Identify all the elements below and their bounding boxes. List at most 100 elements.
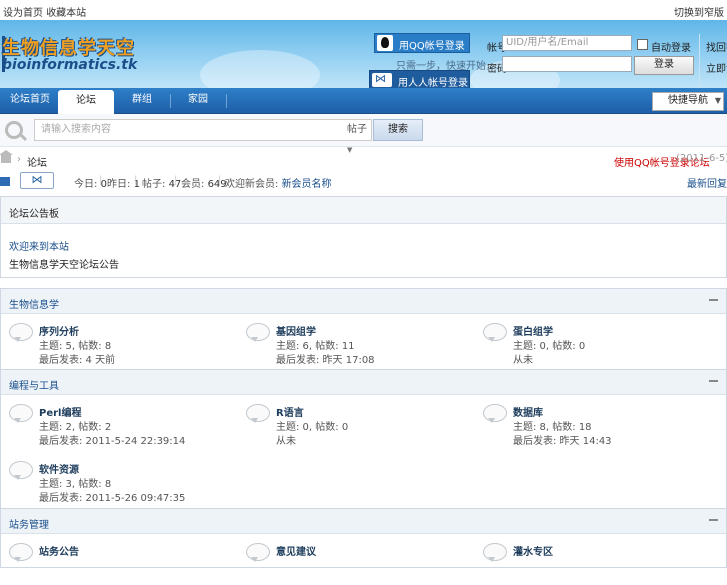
auto-login-checkbox[interactable] [637, 39, 648, 50]
forum-group: 站务管理 站务公告 意见建议 灌水专区 [0, 508, 727, 568]
forum-bubble-icon [246, 404, 270, 423]
breadcrumb-chevron-icon: › [17, 154, 21, 165]
forum-bubble-icon [483, 543, 507, 562]
tab-forum[interactable]: 论坛 [58, 90, 114, 114]
forum-group-title[interactable]: 站务管理 [9, 516, 49, 531]
quick-nav-dropdown[interactable]: 快捷导航 ▼ [652, 92, 724, 111]
announcement-item-link[interactable]: 欢迎来到本站 [9, 238, 69, 253]
latest-replies-link[interactable]: 最新回复 [687, 175, 727, 190]
forum-counts: 主题: 0, 帖数: 0 [513, 341, 586, 352]
forum-name[interactable]: 序列分析 [39, 323, 79, 338]
renren-icon [372, 72, 392, 87]
forum-name[interactable]: 基因组学 [276, 323, 316, 338]
announcement-title: 论坛公告板 [9, 209, 59, 220]
switch-width-link[interactable]: 切换到窄版 [674, 4, 724, 19]
top-links: 设为首页 收藏本站 [3, 4, 86, 19]
forum-name[interactable]: 站务公告 [39, 543, 79, 558]
auto-login-label: 自动登录 [651, 43, 691, 54]
bookmark-link[interactable]: 收藏本站 [46, 8, 86, 19]
forum-bubble-icon [246, 323, 270, 342]
forum-bubble-icon [9, 404, 33, 423]
breadcrumb-current[interactable]: 论坛 [27, 154, 47, 169]
stat-newest-member: 欢迎新会员: 新会员名称 [225, 179, 332, 190]
renren-share-icon[interactable]: ⋈ [20, 172, 54, 189]
forum-item[interactable]: 站务公告 [1, 535, 231, 585]
forum-last-post: 从未 [513, 355, 533, 366]
search-button[interactable]: 搜索 [373, 119, 423, 141]
search-icon [5, 121, 23, 139]
forum-last-post[interactable]: 最后发表: 昨天 14:43 [513, 432, 612, 447]
forum-group: 生物信息学 序列分析 主题: 5, 帖数: 8 最后发表: 4 天前 基因组学 … [0, 288, 727, 370]
forum-last-post[interactable]: 最后发表: 4 天前 [39, 351, 115, 366]
forum-group-header[interactable]: 编程与工具 [1, 370, 726, 395]
forum-stats: ⋈ 今日: 0 | 昨日: 1 | 帖子: 47 | 会员: 649 | 欢迎新… [0, 172, 727, 190]
forum-counts: 主题: 2, 帖数: 2 [39, 422, 112, 433]
forum-counts: 主题: 5, 帖数: 8 [39, 341, 112, 352]
forum-item[interactable]: 基因组学 主题: 6, 帖数: 11 最后发表: 昨天 17:08 [238, 315, 468, 366]
forum-group-header[interactable]: 生物信息学 [1, 289, 726, 314]
tab-groups[interactable]: 群组 [114, 88, 170, 113]
forum-item[interactable]: 数据库 主题: 8, 帖数: 18 最后发表: 昨天 14:43 [475, 396, 705, 447]
forum-item[interactable]: 意见建议 [238, 535, 468, 585]
home-icon[interactable] [0, 150, 13, 163]
forgot-password-link[interactable]: 找回密码 [706, 39, 727, 54]
cloud-decoration [200, 50, 320, 88]
forum-item[interactable]: R语言 主题: 0, 帖数: 0 从未 [238, 396, 468, 447]
forum-last-post[interactable]: 最后发表: 2011-5-26 09:47:35 [39, 489, 185, 504]
register-link[interactable]: 立即注册 [706, 60, 727, 75]
breadcrumb: › 论坛 使用QQ帐号登录论坛 (2011-6-5) [0, 150, 727, 169]
renren-login-button[interactable]: 用人人帐号登录 [369, 70, 470, 88]
announcement-body: 生物信息学天空论坛公告 [9, 260, 119, 271]
stats-chart-icon[interactable] [0, 177, 10, 186]
forum-group-header[interactable]: 站务管理 [1, 509, 726, 534]
collapse-icon[interactable] [709, 519, 718, 521]
forum-group: 编程与工具 Perl编程 主题: 2, 帖数: 2 最后发表: 2011-5-2… [0, 369, 727, 509]
search-input[interactable]: 请输入搜索内容 [34, 119, 346, 141]
forum-last-post[interactable]: 最后发表: 2011-5-24 22:39:14 [39, 432, 185, 447]
forum-bubble-icon [246, 543, 270, 562]
forum-name[interactable]: 意见建议 [276, 543, 316, 558]
qq-login-label: 用QQ帐号登录 [399, 41, 465, 52]
logo-english-text: bioinformatics.tk [2, 57, 138, 73]
renren-login-label: 用人人帐号登录 [398, 78, 468, 88]
forum-item[interactable]: Perl编程 主题: 2, 帖数: 2 最后发表: 2011-5-24 22:3… [1, 396, 231, 447]
search-scope-select[interactable]: 帖子 ▼ [345, 119, 372, 154]
username-input[interactable]: UID/用户名/Email [502, 35, 632, 51]
forum-bubble-icon [9, 461, 33, 480]
search-bar: 请输入搜索内容 帖子 ▼ 搜索 [0, 114, 727, 154]
forum-name[interactable]: 蛋白组学 [513, 323, 553, 338]
forum-name[interactable]: Perl编程 [39, 404, 81, 419]
forum-last-post: 从未 [276, 436, 296, 447]
main-nav: 论坛首页 论坛 群组 家园 [0, 88, 727, 114]
forum-item[interactable]: 灌水专区 [475, 535, 705, 585]
forum-item[interactable]: 蛋白组学 主题: 0, 帖数: 0 从未 [475, 315, 705, 366]
forum-group-title[interactable]: 编程与工具 [9, 377, 59, 392]
login-button[interactable]: 登录 [634, 56, 694, 75]
forum-name[interactable]: 软件资源 [39, 461, 79, 476]
newest-member-link[interactable]: 新会员名称 [282, 179, 332, 190]
login-divider [699, 34, 700, 88]
forum-name[interactable]: 数据库 [513, 404, 543, 419]
announcement-board: 论坛公告板 欢迎来到本站 生物信息学天空论坛公告 [0, 196, 727, 278]
forum-name[interactable]: 灌水专区 [513, 543, 553, 558]
site-logo[interactable]: 生物信息学天空 bioinformatics.tk [2, 34, 157, 74]
password-input[interactable] [502, 56, 632, 72]
forum-last-post[interactable]: 最后发表: 昨天 17:08 [276, 351, 375, 366]
collapse-icon[interactable] [709, 380, 718, 382]
forum-bubble-icon [483, 404, 507, 423]
stat-divider: | [99, 175, 103, 186]
tab-home[interactable]: 论坛首页 [2, 88, 58, 113]
forum-name[interactable]: R语言 [276, 404, 304, 419]
forum-group-title[interactable]: 生物信息学 [9, 296, 59, 311]
forum-item[interactable]: 软件资源 主题: 3, 帖数: 8 最后发表: 2011-5-26 09:47:… [1, 453, 231, 504]
qq-penguin-icon [377, 35, 393, 51]
forum-counts: 主题: 8, 帖数: 18 [513, 422, 592, 433]
forum-item[interactable]: 序列分析 主题: 5, 帖数: 8 最后发表: 4 天前 [1, 315, 231, 366]
nav-separator [226, 94, 227, 108]
set-homepage-link[interactable]: 设为首页 [3, 8, 43, 19]
stat-divider: | [218, 175, 222, 186]
qq-login-button[interactable]: 用QQ帐号登录 [374, 33, 470, 53]
tab-home-space[interactable]: 家园 [170, 88, 226, 113]
forum-bubble-icon [483, 323, 507, 342]
collapse-icon[interactable] [709, 299, 718, 301]
